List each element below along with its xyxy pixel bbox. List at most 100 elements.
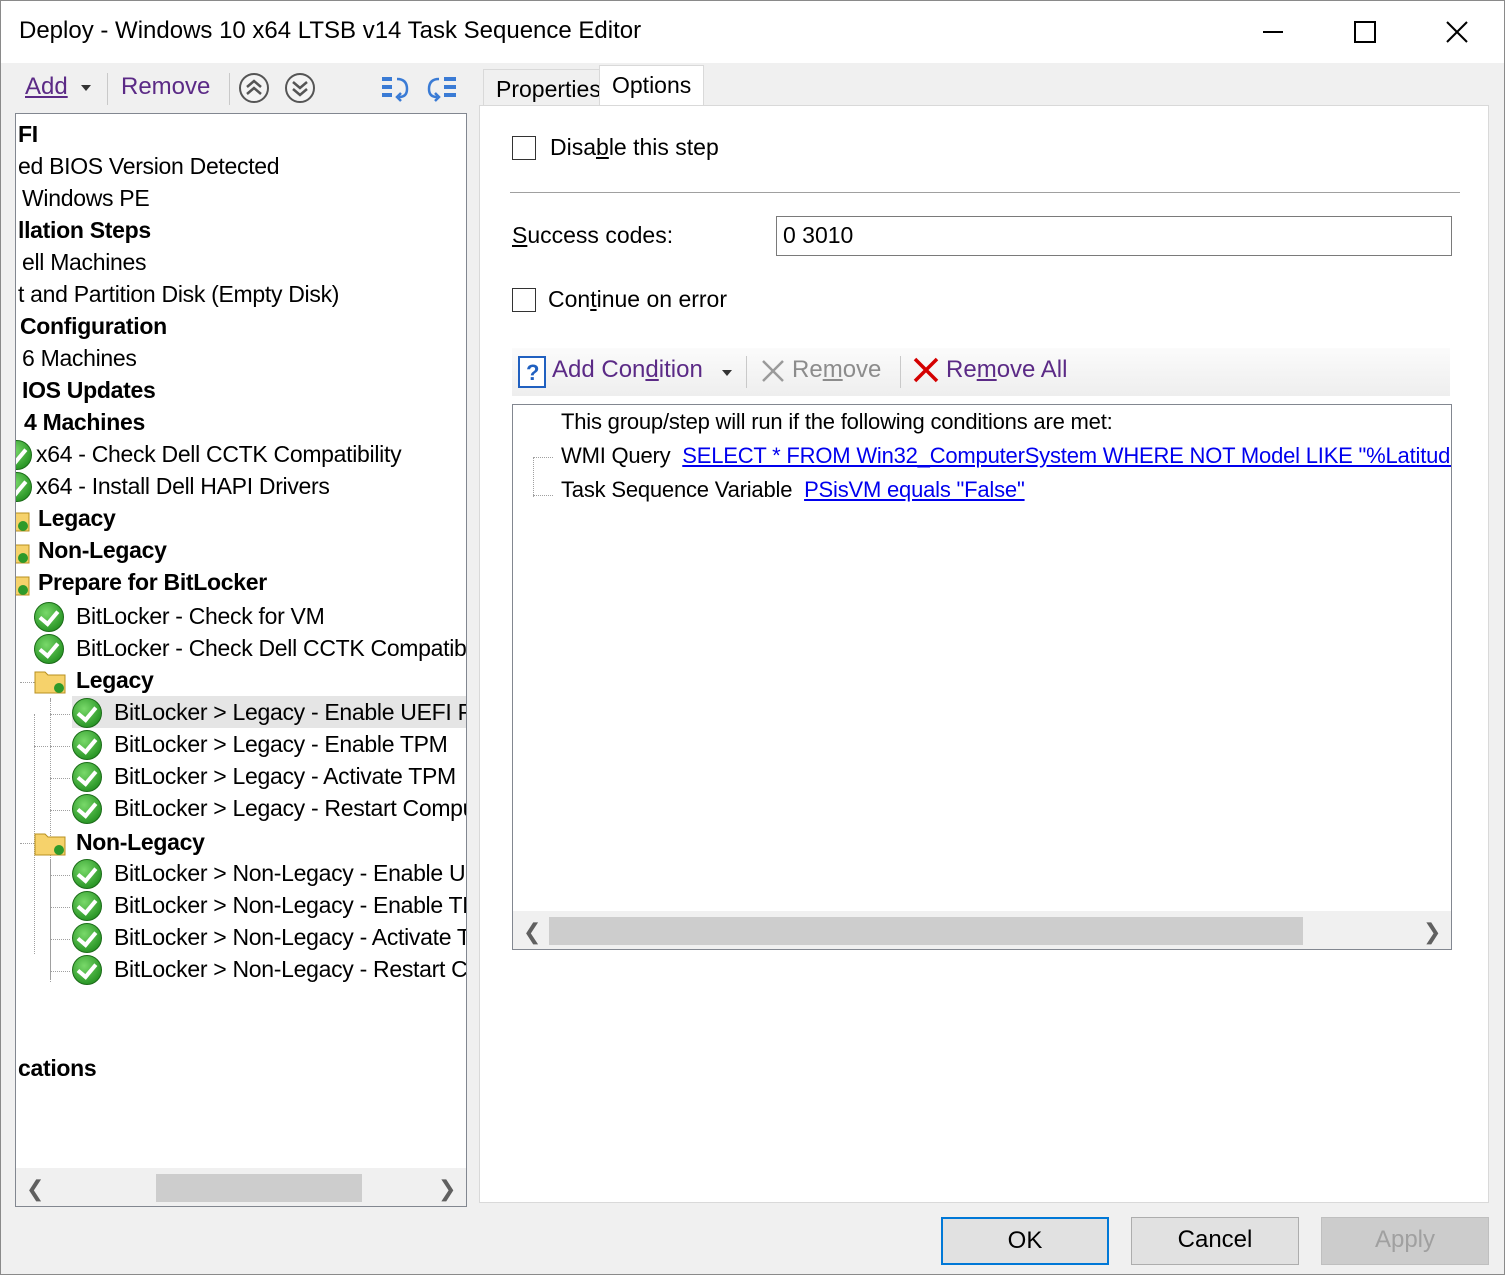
tree-item[interactable]: BitLocker > Non-Legacy - Restart Co bbox=[114, 953, 466, 985]
folder-icon bbox=[16, 512, 30, 532]
tree-item[interactable]: Non-Legacy bbox=[76, 826, 205, 858]
tree-item[interactable]: BitLocker > Non-Legacy - Activate T bbox=[114, 921, 466, 953]
check-icon bbox=[72, 698, 102, 728]
tree-item[interactable]: Configuration bbox=[20, 310, 167, 342]
label-part: Add Con bbox=[552, 356, 646, 383]
move-up-icon[interactable] bbox=[237, 71, 271, 105]
tree-item[interactable]: BitLocker > Legacy - Enable UEFI P bbox=[114, 696, 466, 728]
tree-item[interactable]: x64 - Check Dell CCTK Compatibility bbox=[36, 438, 402, 470]
move-down-icon[interactable] bbox=[283, 71, 317, 105]
check-icon bbox=[34, 634, 64, 664]
apply-button[interactable]: Apply bbox=[1321, 1217, 1489, 1265]
task-sequence-tree[interactable]: FI ed BIOS Version Detected Windows PE l… bbox=[15, 113, 467, 1207]
tree-item[interactable]: BitLocker - Check for VM bbox=[76, 600, 325, 632]
tree-connector bbox=[50, 778, 70, 779]
tree-item[interactable]: 4 Machines bbox=[24, 406, 145, 438]
tree-horizontal-scrollbar[interactable]: ❮ ❯ bbox=[16, 1168, 466, 1206]
collapse-icon[interactable] bbox=[425, 71, 459, 105]
cancel-button[interactable]: Cancel bbox=[1131, 1217, 1299, 1265]
add-label: Add bbox=[25, 73, 68, 100]
toolbar-separator bbox=[229, 73, 230, 105]
label-part: Disa bbox=[550, 134, 597, 160]
tree-connector bbox=[50, 714, 70, 715]
minimize-button[interactable] bbox=[1227, 1, 1319, 63]
chevron-down-icon[interactable] bbox=[722, 370, 732, 376]
scrollbar-thumb[interactable] bbox=[549, 917, 1303, 945]
continue-on-error-label[interactable]: Continue on error bbox=[548, 286, 727, 313]
condition-row[interactable]: Task Sequence Variable PSisVM equals "Fa… bbox=[561, 477, 1025, 503]
maximize-button[interactable] bbox=[1319, 1, 1411, 63]
close-icon bbox=[1446, 21, 1468, 43]
maximize-icon bbox=[1354, 21, 1376, 43]
tree-connector bbox=[50, 810, 70, 811]
tree-item[interactable]: BitLocker > Legacy - Restart Comput bbox=[114, 792, 466, 824]
disable-step-checkbox[interactable] bbox=[512, 136, 536, 160]
scroll-left-icon[interactable]: ❮ bbox=[26, 1176, 44, 1202]
label-part: Re bbox=[946, 356, 977, 383]
remove-all-conditions-button[interactable]: Remove All bbox=[946, 356, 1067, 384]
tree-connector bbox=[20, 682, 34, 683]
check-icon bbox=[72, 891, 102, 921]
tree-item[interactable]: FI bbox=[18, 118, 38, 150]
tree-item[interactable]: BitLocker - Check Dell CCTK Compatibilit bbox=[76, 632, 466, 664]
condition-value-link[interactable]: SELECT * FROM Win32_ComputerSystem WHERE… bbox=[682, 443, 1451, 468]
help-icon: ? bbox=[518, 356, 546, 388]
tree-item[interactable]: t and Partition Disk (Empty Disk) bbox=[18, 278, 339, 310]
tree-item[interactable]: Prepare for BitLocker bbox=[38, 566, 267, 598]
tree-item[interactable]: IOS Updates bbox=[22, 374, 156, 406]
options-pane: Disable this step Success codes: 0 3010 … bbox=[479, 105, 1489, 1203]
label-part: Con bbox=[548, 286, 591, 312]
condition-value-link[interactable]: PSisVM equals "False" bbox=[804, 477, 1025, 502]
expand-icon[interactable] bbox=[379, 71, 413, 105]
tree-item[interactable]: llation Steps bbox=[18, 214, 151, 246]
continue-on-error-checkbox[interactable] bbox=[512, 288, 536, 312]
tree-item[interactable]: BitLocker > Non-Legacy - Enable TP bbox=[114, 889, 466, 921]
tree-connector bbox=[50, 746, 70, 747]
tree-item[interactable]: Non-Legacy bbox=[38, 534, 167, 566]
scroll-right-icon[interactable]: ❯ bbox=[1423, 919, 1441, 945]
tree-connector bbox=[20, 843, 34, 844]
tab-properties[interactable]: Properties bbox=[483, 69, 614, 107]
tree-connector bbox=[50, 971, 70, 972]
label-part: S bbox=[512, 222, 528, 248]
add-condition-button[interactable]: Add Condition bbox=[552, 356, 703, 384]
tree-connector bbox=[50, 859, 51, 979]
tree-item[interactable]: ed BIOS Version Detected bbox=[18, 150, 280, 182]
scroll-right-icon[interactable]: ❯ bbox=[438, 1176, 456, 1202]
tree-item[interactable]: cations bbox=[18, 1052, 97, 1084]
folder-icon bbox=[16, 544, 30, 564]
add-menu-button[interactable]: Add bbox=[25, 73, 68, 101]
disable-step-label[interactable]: Disable this step bbox=[550, 134, 719, 161]
remove-button[interactable]: Remove bbox=[121, 73, 210, 101]
svg-text:?: ? bbox=[526, 360, 539, 385]
ok-button[interactable]: OK bbox=[941, 1217, 1109, 1265]
condition-toolbar: ? Add Condition Remove Remove All bbox=[512, 348, 1450, 396]
tree-item[interactable]: ell Machines bbox=[22, 246, 147, 278]
check-icon bbox=[72, 923, 102, 953]
tree-item[interactable]: BitLocker > Legacy - Activate TPM bbox=[114, 760, 456, 792]
window-title: Deploy - Windows 10 x64 LTSB v14 Task Se… bbox=[19, 17, 642, 44]
tree-connector bbox=[34, 746, 48, 747]
minimize-icon bbox=[1263, 31, 1283, 33]
check-icon bbox=[72, 762, 102, 792]
tree-item[interactable]: x64 - Install Dell HAPI Drivers bbox=[36, 470, 330, 502]
tab-options[interactable]: Options bbox=[599, 65, 705, 107]
tree-item[interactable]: BitLocker > Legacy - Enable TPM bbox=[114, 728, 448, 760]
chevron-down-icon[interactable] bbox=[81, 85, 91, 91]
scroll-left-icon[interactable]: ❮ bbox=[523, 919, 541, 945]
tree-item[interactable]: Legacy bbox=[76, 664, 154, 696]
check-icon bbox=[72, 955, 102, 985]
condition-row[interactable]: WMI Query SELECT * FROM Win32_ComputerSy… bbox=[561, 443, 1451, 469]
conditions-horizontal-scrollbar[interactable]: ❮ ❯ bbox=[513, 911, 1451, 949]
tree-item[interactable]: 6 Machines bbox=[22, 342, 137, 374]
tree-item[interactable]: BitLocker > Non-Legacy - Enable UE bbox=[114, 857, 466, 889]
tree-item[interactable]: Windows PE bbox=[22, 182, 150, 214]
task-sequence-editor-window: Deploy - Windows 10 x64 LTSB v14 Task Se… bbox=[0, 0, 1505, 1275]
scrollbar-thumb[interactable] bbox=[156, 1174, 362, 1202]
close-button[interactable] bbox=[1411, 1, 1503, 63]
tree-item[interactable]: Legacy bbox=[38, 502, 116, 534]
success-codes-input[interactable]: 0 3010 bbox=[776, 216, 1452, 256]
conditions-tree[interactable]: This group/step will run if the followin… bbox=[512, 404, 1452, 950]
remove-condition-button[interactable]: Remove bbox=[792, 356, 881, 384]
check-icon bbox=[16, 440, 32, 470]
